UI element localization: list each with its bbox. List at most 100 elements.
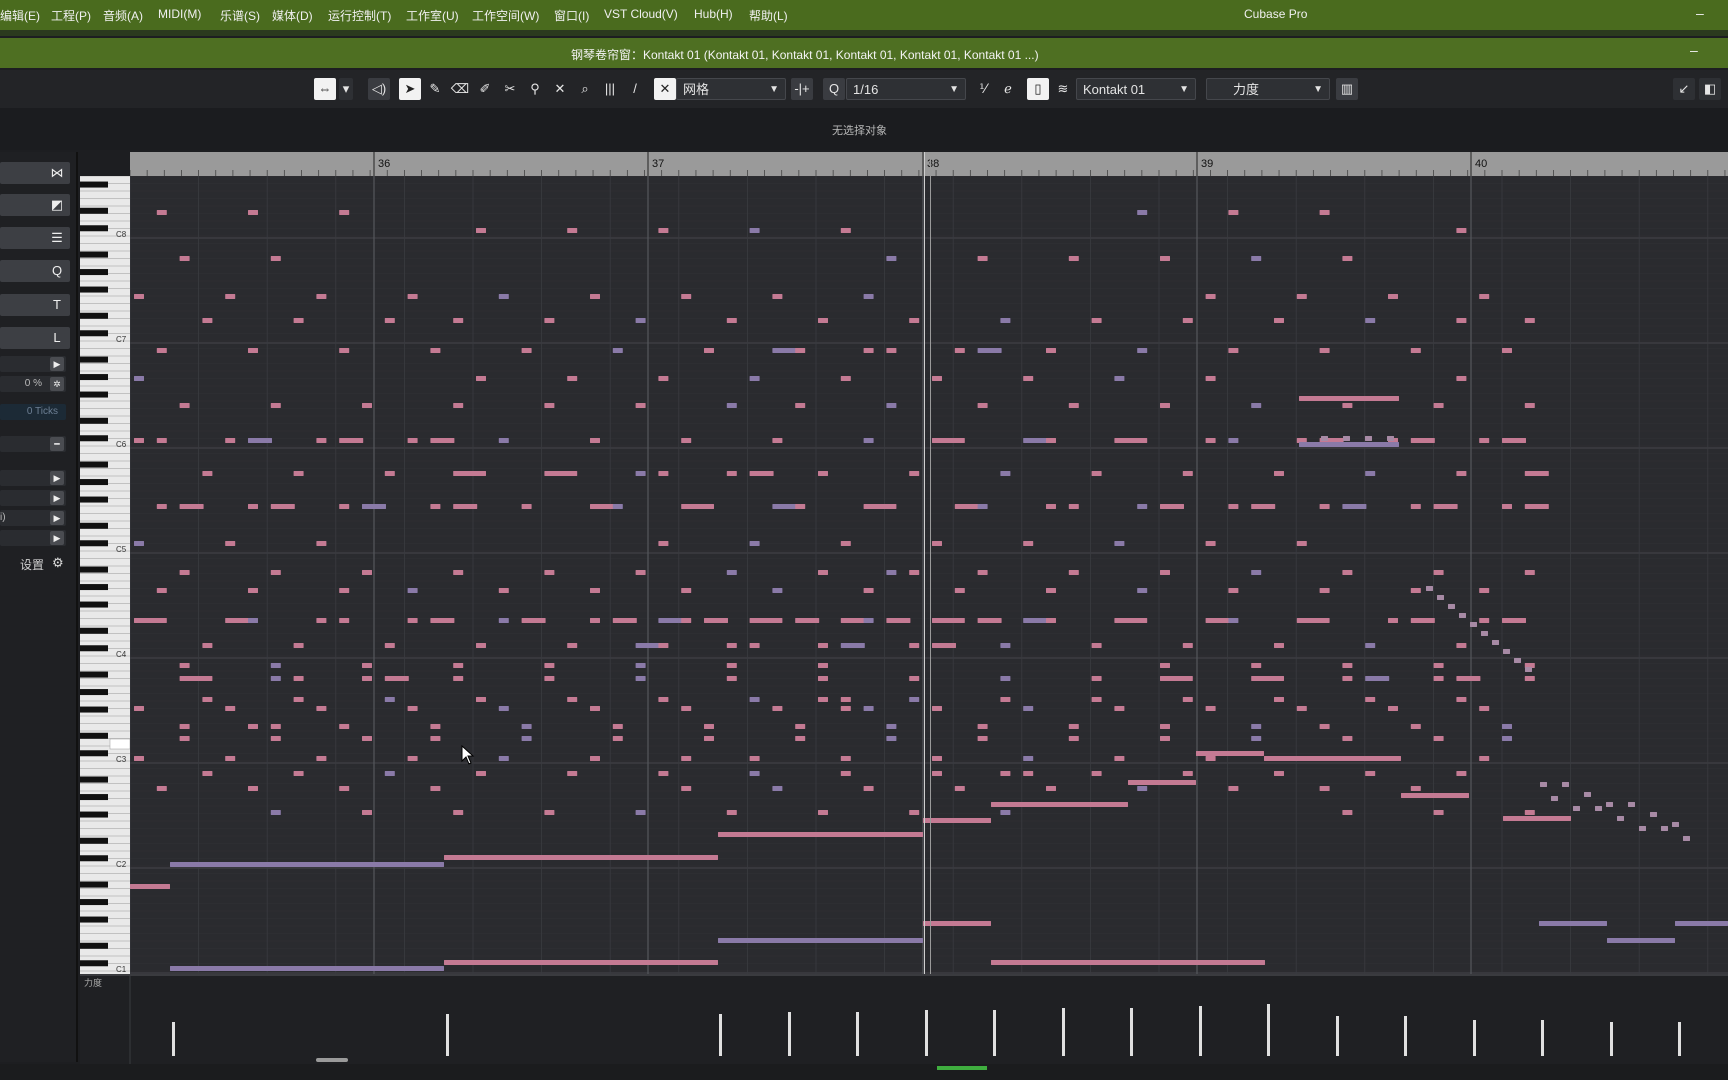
app-minimize-button[interactable]: –	[1696, 5, 1704, 21]
menu-hub[interactable]: Hub(H)	[694, 7, 733, 21]
select-tool-icon[interactable]: ➤	[399, 78, 421, 100]
quantize-icon[interactable]: Q	[823, 78, 845, 100]
gear-icon[interactable]: ⚙	[52, 555, 64, 571]
menu-vst-cloud[interactable]: VST Cloud(V)	[604, 7, 678, 21]
inspector-param-6[interactable]: ▶	[0, 530, 66, 546]
octave-label-c6: C6	[116, 440, 127, 449]
menubar: 编辑(E) 工程(P) 音频(A) MIDI(M) 乐谱(S) 媒体(D) 运行…	[0, 0, 1728, 30]
ruler[interactable]: 36 37 38 39 40	[130, 152, 1728, 177]
menu-audio[interactable]: 音频(A)	[103, 7, 143, 24]
chevron-down-icon: ▼	[1313, 84, 1323, 95]
toggle-dropdown-icon[interactable]: ▾	[339, 78, 353, 100]
snap-live-icon[interactable]: -|+	[791, 78, 813, 100]
toggle-editor-icon[interactable]: ⇔	[314, 78, 336, 100]
inspector-mixer-row[interactable]: ☰	[0, 227, 70, 249]
inspector-param-2[interactable]: ━	[0, 436, 66, 452]
menu-score[interactable]: 乐谱(S)	[220, 7, 260, 24]
menu-project[interactable]: 工程(P)	[51, 7, 91, 24]
play-icon[interactable]: ▶	[50, 511, 64, 525]
trim-tool-icon[interactable]: ✐	[474, 78, 496, 100]
octave-label-c2: C2	[116, 860, 127, 869]
independent-track-loop-icon[interactable]: ▯	[1027, 78, 1049, 100]
window-minimize-button[interactable]: –	[1690, 42, 1698, 58]
velocity-lane[interactable]	[80, 974, 1728, 1066]
inspector-param-1[interactable]: ▶	[0, 356, 66, 372]
octave-label-c7: C7	[116, 335, 127, 344]
split-tool-icon[interactable]: ✂	[499, 78, 521, 100]
zoom-tool-icon[interactable]: ⌕	[574, 78, 596, 100]
line-tool-icon[interactable]: |||	[599, 78, 621, 100]
octave-label-c5: C5	[116, 545, 127, 554]
length-l-icon: L	[53, 330, 61, 345]
playhead-cursor[interactable]	[924, 152, 925, 1056]
solo-editor-icon[interactable]: ◁)	[368, 78, 390, 100]
inspector-length-row[interactable]: L	[0, 327, 70, 349]
drumstick-tool-icon[interactable]: /	[624, 78, 646, 100]
inspector-transpose-row[interactable]: T	[0, 294, 70, 316]
quantize-dropdown[interactable]: 1/16 ▼	[846, 78, 966, 100]
toolbar: ⇔ ▾ ◁) ➤ ✎ ⌫ ✐ ✂ ⚲ ✕ ⌕ ||| / ✕ 网格 ▼ -|+ Q…	[0, 70, 1728, 108]
playhead-line	[930, 152, 931, 1056]
controller-dropdown[interactable]: 力度 ▼	[1206, 78, 1330, 100]
octave-label-c4: C4	[116, 650, 127, 659]
keyboard-keys	[80, 176, 130, 972]
iterative-quantize-icon[interactable]: ⅟	[972, 78, 994, 100]
settings-label: 设置	[20, 558, 45, 572]
octave-label-c8: C8	[116, 230, 127, 239]
inspector-midi-row[interactable]: ⋈	[0, 162, 70, 184]
editor-titlebar: 钢琴卷帘窗：Kontakt 01 (Kontakt 01, Kontakt 01…	[0, 38, 1728, 68]
menu-workspaces[interactable]: 工作空间(W)	[472, 7, 539, 24]
draw-tool-icon[interactable]: ✎	[424, 78, 446, 100]
menu-media[interactable]: 媒体(D)	[272, 7, 313, 24]
bottom-scrollbar[interactable]	[0, 1064, 1728, 1080]
velocity-bars	[129, 976, 1681, 1066]
keyboard-icon[interactable]: ▥	[1336, 78, 1358, 100]
app-title: Cubase Pro	[1244, 7, 1308, 21]
snap-type-dropdown[interactable]: 网格 ▼	[676, 78, 786, 100]
disable-icon: ◩	[50, 197, 64, 212]
note-grid[interactable]	[130, 176, 1728, 974]
inspector-disable-row[interactable]: ◩	[0, 194, 70, 216]
menu-studio[interactable]: 工作室(U)	[406, 7, 459, 24]
expand-icon[interactable]: ↙	[1673, 78, 1695, 100]
chevron-down-icon: ▼	[1179, 84, 1189, 95]
play-icon[interactable]: ▶	[50, 471, 64, 485]
layers-icon[interactable]: ≋	[1052, 78, 1074, 100]
play-icon[interactable]: ▶	[50, 531, 64, 545]
quantize-q-icon: Q	[51, 263, 63, 278]
bowtie-icon: ⋈	[50, 165, 64, 180]
gear-small-icon[interactable]: ✲	[50, 377, 64, 391]
menu-help[interactable]: 帮助(L)	[749, 7, 788, 24]
inspector-param-5[interactable]: i) ▶	[0, 510, 66, 526]
bar-39: 39	[1201, 158, 1214, 170]
sliders-icon: ☰	[51, 230, 63, 245]
inspector-param-percent[interactable]: 0 % ✲	[0, 376, 66, 392]
horizontal-scroll-thumb[interactable]	[316, 1058, 348, 1062]
octave-label-c1: C1	[116, 965, 127, 974]
snap-toggle-icon[interactable]: ✕	[654, 78, 676, 100]
bar-40: 40	[1475, 158, 1488, 170]
zoom-indicator[interactable]	[937, 1066, 987, 1070]
bar-37: 37	[652, 158, 665, 170]
snap-type-value: 网格	[683, 82, 710, 97]
window-layout-icon[interactable]: ◧	[1699, 78, 1721, 100]
swing-icon[interactable]: ℯ	[997, 78, 1019, 100]
inspector-quantize-row[interactable]: Q	[0, 260, 70, 282]
inspector-param-ticks[interactable]: 0 Ticks	[0, 404, 66, 420]
piano-keyboard[interactable]	[80, 176, 130, 974]
window-title: 钢琴卷帘窗：Kontakt 01 (Kontakt 01, Kontakt 01…	[571, 48, 1039, 62]
minus-icon[interactable]: ━	[50, 437, 64, 451]
inspector-param-4[interactable]: ▶	[0, 490, 66, 506]
glue-tool-icon[interactable]: ⚲	[524, 78, 546, 100]
play-icon[interactable]: ▶	[50, 491, 64, 505]
menu-transport[interactable]: 运行控制(T)	[328, 7, 391, 24]
menu-window[interactable]: 窗口(I)	[554, 7, 589, 24]
menu-edit[interactable]: 编辑(E)	[0, 7, 40, 24]
instrument-dropdown[interactable]: Kontakt 01 ▼	[1076, 78, 1196, 100]
inspector-param-3[interactable]: ▶	[0, 470, 66, 486]
play-icon[interactable]: ▶	[50, 357, 64, 371]
menu-midi[interactable]: MIDI(M)	[158, 7, 201, 21]
chevron-down-icon: ▼	[769, 84, 779, 95]
erase-tool-icon[interactable]: ⌫	[449, 78, 471, 100]
mute-tool-icon[interactable]: ✕	[549, 78, 571, 100]
